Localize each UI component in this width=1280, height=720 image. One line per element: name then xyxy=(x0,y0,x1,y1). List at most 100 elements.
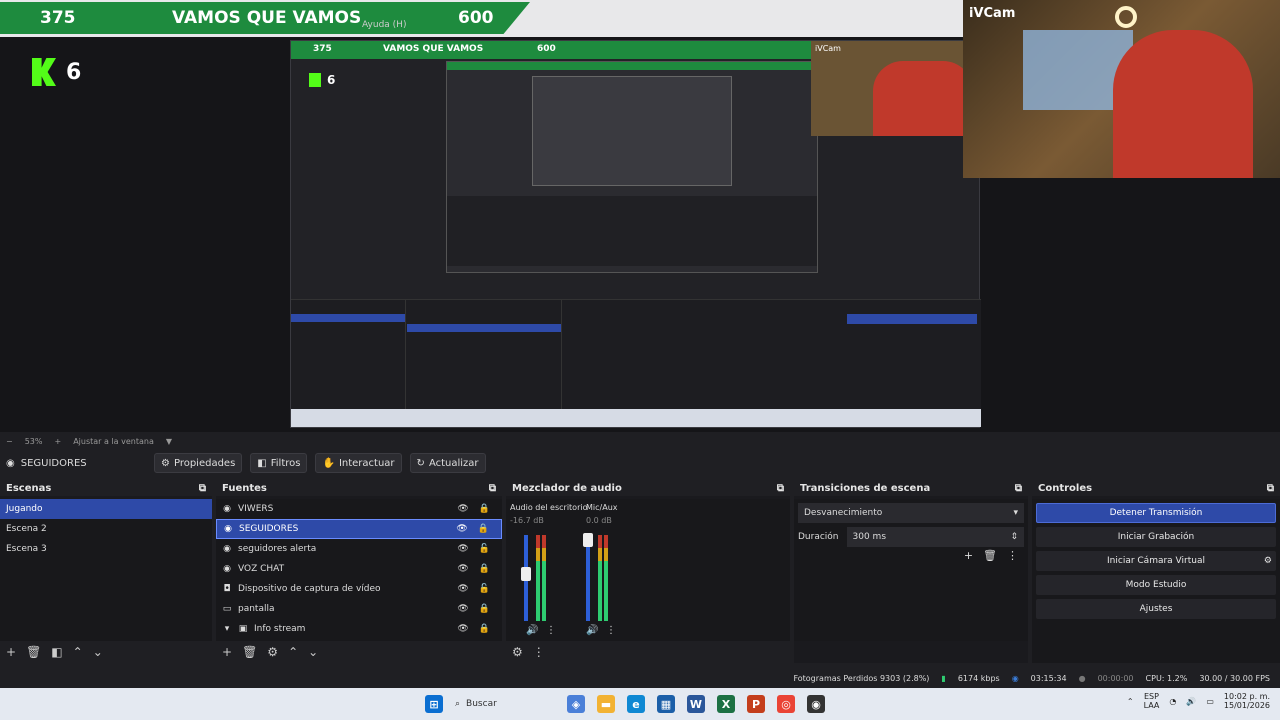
start-recording-button[interactable]: Iniciar Grabación xyxy=(1036,527,1276,547)
record-icon: ● xyxy=(1078,673,1086,683)
eye-icon[interactable]: 👁 xyxy=(457,624,468,634)
more-icon[interactable]: ⋮ xyxy=(533,645,545,659)
gear-icon[interactable]: ⚙ xyxy=(512,645,523,659)
eye-icon[interactable]: 👁 xyxy=(457,504,468,514)
nested-cam-person xyxy=(873,61,973,136)
windows-start-icon[interactable]: ⊞ xyxy=(425,695,443,713)
settings-button[interactable]: Ajustes xyxy=(1036,599,1276,619)
start-virtual-cam-button[interactable]: Iniciar Cámara Virtual ⚙ xyxy=(1036,551,1276,571)
lock-icon[interactable]: 🔒 xyxy=(479,564,490,574)
source-item[interactable]: ◉ VOZ CHAT 👁 🔒 xyxy=(216,559,502,579)
speaker-icon[interactable]: 🔊 xyxy=(586,625,598,636)
zoom-out-icon[interactable]: − xyxy=(6,437,13,446)
source-item[interactable]: ◉ SEGUIDORES 👁 🔒 xyxy=(216,519,502,539)
current-source-name: SEGUIDORES xyxy=(20,457,87,469)
transition-select[interactable]: Desvanecimiento ▾ xyxy=(798,503,1024,523)
unlock-icon[interactable]: 🔓 xyxy=(479,584,490,594)
battery-icon[interactable]: ▭ xyxy=(1206,697,1214,706)
volume-slider-thumb[interactable] xyxy=(521,567,531,581)
move-up-icon[interactable]: ⌃ xyxy=(288,645,298,659)
refresh-button[interactable]: ↻ Actualizar xyxy=(409,453,486,473)
filters-button[interactable]: ◧ Filtros xyxy=(250,453,308,473)
zoom-in-icon[interactable]: + xyxy=(54,437,61,446)
camera-overlay: iVCam xyxy=(963,0,1280,178)
clock[interactable]: 10:02 p. m. 15/01/2026 xyxy=(1224,692,1270,710)
lock-icon[interactable]: 🔒 xyxy=(479,604,490,614)
source-item[interactable]: ◉ seguidores alerta 👁 🔓 xyxy=(216,539,502,559)
powerpoint-icon[interactable]: P xyxy=(747,695,765,713)
source-item[interactable]: ◘ Dispositivo de captura de vídeo 👁 🔓 xyxy=(216,579,502,599)
add-icon[interactable]: + xyxy=(964,549,973,562)
chrome-icon[interactable]: ◎ xyxy=(777,695,795,713)
spin-icon[interactable]: ⇕ xyxy=(1010,532,1018,542)
sources-list: ◉ VIWERS 👁 🔒 ◉ SEGUIDORES 👁 🔒 ◉ seguidores aler… xyxy=(216,499,502,641)
source-label: VIWERS xyxy=(238,504,274,514)
preview-canvas[interactable]: 375 VAMOS QUE VAMOS Ayuda (H) 600 6 375 … xyxy=(0,0,1280,432)
tray-chevron-icon[interactable]: ⌃ xyxy=(1127,697,1134,706)
more-icon[interactable]: ⋮ xyxy=(546,625,556,636)
panel-undock-icon[interactable]: ⧉ xyxy=(1267,483,1274,494)
lock-icon[interactable]: 🔒 xyxy=(479,504,490,514)
lock-icon[interactable]: 🔒 xyxy=(478,524,489,534)
wifi-icon[interactable]: ◔ xyxy=(1169,697,1176,706)
eye-icon[interactable]: 👁 xyxy=(457,544,468,554)
stop-stream-button[interactable]: Detener Transmisión xyxy=(1036,503,1276,523)
add-icon[interactable]: + xyxy=(222,645,232,659)
properties-button[interactable]: ⚙ Propiedades xyxy=(154,453,243,473)
gear-icon[interactable]: ⚙ xyxy=(267,645,278,659)
source-item[interactable]: ◉ VIWERS 👁 🔒 xyxy=(216,499,502,519)
move-down-icon[interactable]: ⌄ xyxy=(308,645,318,659)
eye-icon[interactable]: 👁 xyxy=(457,584,468,594)
unlock-icon[interactable]: 🔓 xyxy=(479,544,490,554)
obs-icon[interactable]: ◉ xyxy=(807,695,825,713)
trash-icon[interactable]: 🗑 xyxy=(983,549,997,562)
store-icon[interactable]: ▦ xyxy=(657,695,675,713)
add-icon[interactable]: + xyxy=(6,645,16,659)
sources-panel: Fuentes ⧉ ◉ VIWERS 👁 🔒 ◉ SEGUIDORES 👁 🔒 ◉ segui… xyxy=(216,481,502,663)
panel-undock-icon[interactable]: ⧉ xyxy=(199,483,206,494)
lock-icon[interactable]: 🔒 xyxy=(479,624,490,634)
taskbar-search[interactable]: ⌕ Buscar xyxy=(455,699,555,709)
kick-followers: 6 xyxy=(32,58,81,86)
volume-icon[interactable]: 🔊 xyxy=(1186,697,1196,706)
scene-item[interactable]: Escena 3 xyxy=(0,539,212,559)
speaker-icon[interactable]: 🔊 xyxy=(526,625,538,636)
more-icon[interactable]: ⋮ xyxy=(1007,549,1018,562)
status-bar: Fotogramas Perdidos 9303 (2.8%) ▮ 6174 k… xyxy=(0,668,1280,688)
panel-undock-icon[interactable]: ⧉ xyxy=(489,483,496,494)
eye-icon[interactable]: 👁 xyxy=(457,564,468,574)
audio-mixer-panel: Mezclador de audio ⧉ Audio del escritori… xyxy=(506,481,790,663)
duration-input[interactable]: 300 ms ⇕ xyxy=(846,527,1024,547)
filter-icon[interactable]: ◧ xyxy=(51,645,62,659)
fit-dropdown-icon[interactable]: ▼ xyxy=(166,437,172,446)
trash-icon[interactable]: 🗑 xyxy=(242,645,257,659)
move-down-icon[interactable]: ⌄ xyxy=(93,645,103,659)
source-item[interactable]: ▾ ▣ Info stream 👁 🔒 xyxy=(216,619,502,639)
edge-icon[interactable]: e xyxy=(627,695,645,713)
scene-item[interactable]: Escena 2 xyxy=(0,519,212,539)
scene-item[interactable]: Jugando xyxy=(0,499,212,519)
word-icon[interactable]: W xyxy=(687,695,705,713)
mixer-channel-name: Audio del escritorio xyxy=(510,503,588,512)
volume-slider[interactable] xyxy=(586,535,590,621)
chevron-down-icon[interactable]: ▾ xyxy=(222,624,232,634)
copilot-icon[interactable]: ◈ xyxy=(567,695,585,713)
more-icon[interactable]: ⋮ xyxy=(606,625,616,636)
volume-slider-thumb[interactable] xyxy=(583,533,593,547)
eye-icon[interactable]: 👁 xyxy=(456,524,467,534)
mixer-body: Audio del escritorio -16.7 dB Mic/Aux 0.… xyxy=(506,499,790,641)
language-indicator[interactable]: ESP LAA xyxy=(1144,692,1160,710)
excel-icon[interactable]: X xyxy=(717,695,735,713)
fit-label[interactable]: Ajustar a la ventana xyxy=(73,437,154,446)
eye-icon[interactable]: 👁 xyxy=(457,604,468,614)
studio-mode-button[interactable]: Modo Estudio xyxy=(1036,575,1276,595)
panel-undock-icon[interactable]: ⧉ xyxy=(777,483,784,494)
source-item[interactable]: ▭ pantalla 👁 🔒 xyxy=(216,599,502,619)
gear-icon[interactable]: ⚙ xyxy=(1264,556,1272,566)
move-up-icon[interactable]: ⌃ xyxy=(73,645,83,659)
panel-undock-icon[interactable]: ⧉ xyxy=(1015,483,1022,494)
trash-icon[interactable]: 🗑 xyxy=(26,645,41,659)
file-explorer-icon[interactable]: ▬ xyxy=(597,695,615,713)
interact-button[interactable]: ✋ Interactuar xyxy=(315,453,402,473)
cam-label: iVCam xyxy=(969,6,1016,21)
